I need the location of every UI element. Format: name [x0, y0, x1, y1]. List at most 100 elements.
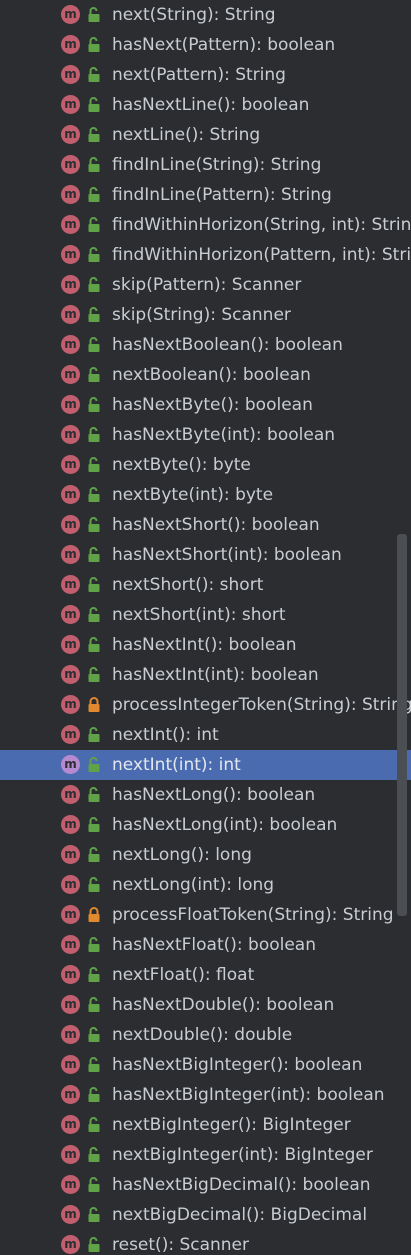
member-row[interactable]: m hasNextBigInteger(int): boolean [0, 1080, 411, 1110]
member-signature: findWithinHorizon(Pattern, int): String [112, 245, 411, 265]
unlocked-padlock-icon [87, 937, 101, 953]
method-m-badge-icon: m [61, 95, 80, 114]
member-signature: nextBoolean(): boolean [112, 365, 311, 385]
unlocked-padlock-icon [87, 1117, 101, 1133]
member-signature: processIntegerToken(String): String [112, 695, 411, 715]
member-row[interactable]: m hasNext(Pattern): boolean [0, 30, 411, 60]
unlocked-padlock-icon [87, 547, 101, 563]
method-m-badge-icon: m [61, 905, 80, 924]
member-row[interactable]: m nextByte(): byte [0, 450, 411, 480]
member-row[interactable]: m nextShort(int): short [0, 600, 411, 630]
method-m-badge-icon: m [61, 1055, 80, 1074]
member-row[interactable]: m hasNextBigInteger(): boolean [0, 1050, 411, 1080]
unlocked-padlock-icon [87, 487, 101, 503]
unlocked-padlock-icon [87, 877, 101, 893]
method-m-badge-icon: m [61, 1115, 80, 1134]
member-signature: hasNextBigInteger(int): boolean [112, 1085, 385, 1105]
member-row[interactable]: m hasNextLong(int): boolean [0, 810, 411, 840]
method-m-badge-icon: m [61, 395, 80, 414]
member-signature: hasNextBigInteger(): boolean [112, 1055, 363, 1075]
member-row[interactable]: m nextBigDecimal(): BigDecimal [0, 1200, 411, 1230]
member-signature: findWithinHorizon(String, int): String [112, 215, 411, 235]
member-row[interactable]: m hasNextShort(): boolean [0, 510, 411, 540]
member-row[interactable]: m hasNextLine(): boolean [0, 90, 411, 120]
member-row[interactable]: m findInLine(Pattern): String [0, 180, 411, 210]
method-m-badge-icon: m [61, 185, 80, 204]
method-m-badge-icon: m [61, 635, 80, 654]
member-row[interactable]: m nextBigInteger(int): BigInteger [0, 1140, 411, 1170]
unlocked-padlock-icon [87, 1177, 101, 1193]
method-m-badge-icon: m [61, 1175, 80, 1194]
unlocked-padlock-icon [87, 67, 101, 83]
member-signature: processFloatToken(String): String [112, 905, 394, 925]
unlocked-padlock-icon [87, 967, 101, 983]
member-signature: nextLong(int): long [112, 875, 275, 895]
member-row[interactable]: m nextFloat(): float [0, 960, 411, 990]
unlocked-padlock-icon [87, 427, 101, 443]
member-row[interactable]: m nextLong(): long [0, 840, 411, 870]
member-row[interactable]: m hasNextByte(int): boolean [0, 420, 411, 450]
member-row[interactable]: m hasNextInt(int): boolean [0, 660, 411, 690]
member-signature: findInLine(String): String [112, 155, 322, 175]
member-row[interactable]: m nextLine(): String [0, 120, 411, 150]
member-row[interactable]: m next(Pattern): String [0, 60, 411, 90]
member-row[interactable]: m hasNextInt(): boolean [0, 630, 411, 660]
member-row[interactable]: m reset(): Scanner [0, 1230, 411, 1255]
vertical-scrollbar[interactable] [397, 534, 407, 916]
scrollbar-thumb[interactable] [397, 534, 407, 916]
unlocked-padlock-icon [87, 1057, 101, 1073]
member-row[interactable]: m hasNextBigDecimal(): boolean [0, 1170, 411, 1200]
member-signature: nextFloat(): float [112, 965, 255, 985]
member-row[interactable]: m nextBigInteger(): BigInteger [0, 1110, 411, 1140]
method-m-badge-icon: m [61, 455, 80, 474]
method-m-badge-icon: m [61, 725, 80, 744]
member-row[interactable]: m nextShort(): short [0, 570, 411, 600]
member-signature: nextBigInteger(int): BigInteger [112, 1145, 373, 1165]
member-row[interactable]: m nextLong(int): long [0, 870, 411, 900]
method-m-badge-icon: m [61, 65, 80, 84]
unlocked-padlock-icon [87, 997, 101, 1013]
method-m-badge-icon: m [61, 35, 80, 54]
member-signature: hasNextShort(int): boolean [112, 545, 342, 565]
member-signature: nextDouble(): double [112, 1025, 293, 1045]
member-signature: hasNextLine(): boolean [112, 95, 310, 115]
member-row[interactable]: m hasNextByte(): boolean [0, 390, 411, 420]
method-m-badge-icon: m [61, 215, 80, 234]
member-row[interactable]: m hasNextFloat(): boolean [0, 930, 411, 960]
member-signature: hasNextBoolean(): boolean [112, 335, 343, 355]
unlocked-padlock-icon [87, 247, 101, 263]
member-row[interactable]: m hasNextBoolean(): boolean [0, 330, 411, 360]
member-row[interactable]: m findInLine(String): String [0, 150, 411, 180]
member-row[interactable]: m nextDouble(): double [0, 1020, 411, 1050]
member-signature: nextShort(int): short [112, 605, 286, 625]
method-m-badge-icon: m [61, 1205, 80, 1224]
member-row[interactable]: m processFloatToken(String): String [0, 900, 411, 930]
method-m-badge-icon: m [61, 965, 80, 984]
member-signature: hasNextShort(): boolean [112, 515, 320, 535]
unlocked-padlock-icon [87, 727, 101, 743]
member-row[interactable]: m nextByte(int): byte [0, 480, 411, 510]
member-row[interactable]: m findWithinHorizon(Pattern, int): String [0, 240, 411, 270]
unlocked-padlock-icon [87, 607, 101, 623]
member-row[interactable]: m next(String): String [0, 0, 411, 30]
method-m-badge-icon: m [61, 815, 80, 834]
member-row[interactable]: m hasNextLong(): boolean [0, 780, 411, 810]
member-row[interactable]: m nextBoolean(): boolean [0, 360, 411, 390]
locked-padlock-icon [87, 907, 101, 923]
member-row[interactable]: m processIntegerToken(String): String [0, 690, 411, 720]
member-row[interactable]: m skip(String): Scanner [0, 300, 411, 330]
member-signature: hasNextByte(int): boolean [112, 425, 336, 445]
member-signature: nextBigInteger(): BigInteger [112, 1115, 351, 1135]
unlocked-padlock-icon [87, 97, 101, 113]
member-signature: hasNextInt(int): boolean [112, 665, 319, 685]
member-signature: nextInt(int): int [112, 755, 241, 775]
locked-padlock-icon [87, 697, 101, 713]
member-row[interactable]: m nextInt(int): int [0, 750, 411, 780]
unlocked-padlock-icon [87, 217, 101, 233]
member-row[interactable]: m nextInt(): int [0, 720, 411, 750]
member-signature: nextShort(): short [112, 575, 264, 595]
member-row[interactable]: m skip(Pattern): Scanner [0, 270, 411, 300]
member-row[interactable]: m hasNextShort(int): boolean [0, 540, 411, 570]
member-row[interactable]: m findWithinHorizon(String, int): String [0, 210, 411, 240]
member-row[interactable]: m hasNextDouble(): boolean [0, 990, 411, 1020]
